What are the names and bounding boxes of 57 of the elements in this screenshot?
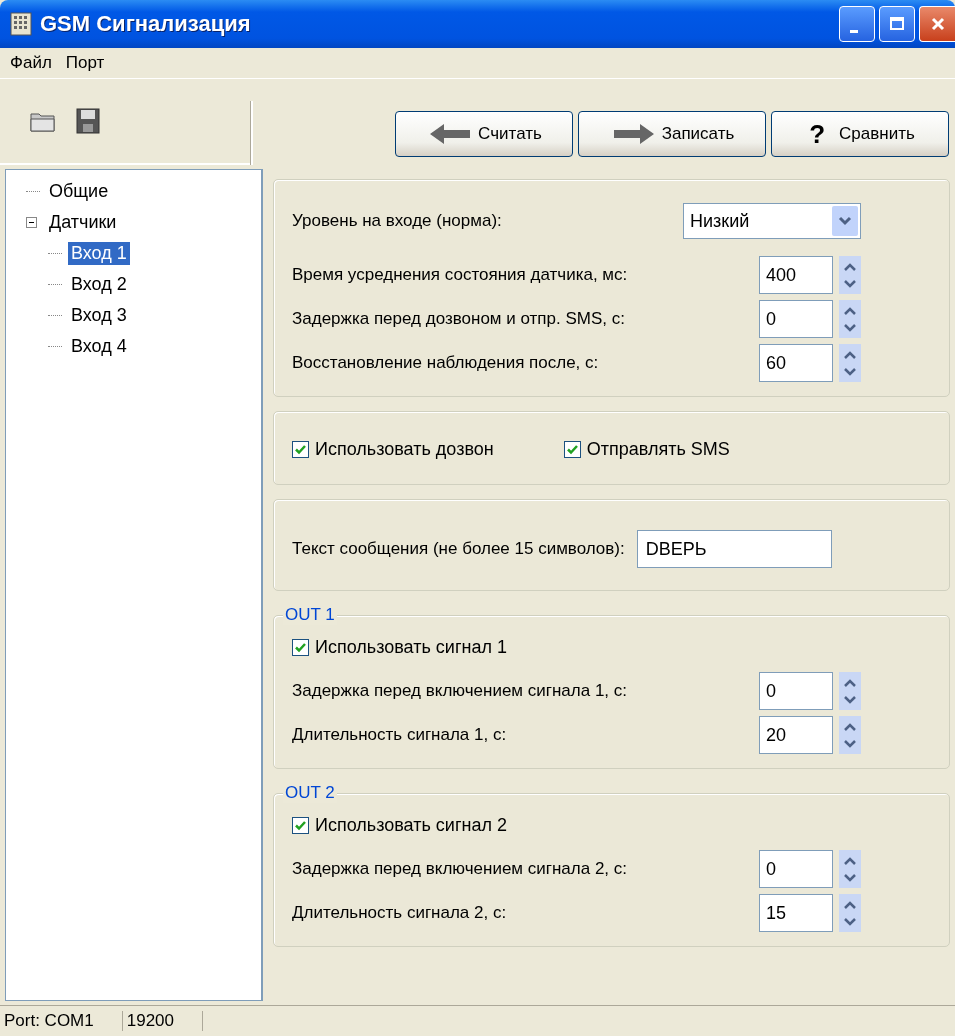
number-field[interactable]: 0 xyxy=(759,672,833,710)
window-title: GSM Сигнализация xyxy=(40,11,251,37)
question-icon: ? xyxy=(809,118,826,150)
close-icon xyxy=(929,16,946,32)
field-label: Текст сообщения (не более 15 символов): xyxy=(292,539,625,559)
menu-item[interactable]: Порт xyxy=(61,53,115,73)
minimize-button[interactable] xyxy=(839,6,875,42)
tree-item[interactable]: Вход 2 xyxy=(68,273,130,296)
field-label: Восстановление наблюдения после, с: xyxy=(292,353,599,373)
number-field[interactable]: 15 xyxy=(759,894,833,932)
tree-item[interactable]: Вход 3 xyxy=(68,304,130,327)
minimize-icon xyxy=(850,29,858,33)
tree-item[interactable]: Вход 4 xyxy=(68,335,130,358)
status-text: 19200 xyxy=(122,1011,204,1031)
dropdown[interactable]: Низкий xyxy=(683,203,861,239)
field-label: Уровень на входе (норма): xyxy=(292,211,502,231)
field-label: Задержка перед включением сигнала 2, с: xyxy=(292,859,628,879)
toolbar-button[interactable]: Считать xyxy=(395,111,573,157)
field-label: Длительность сигнала 2, с: xyxy=(292,903,507,923)
save-icon[interactable] xyxy=(76,108,100,134)
spin-arrows-icon[interactable] xyxy=(839,672,861,710)
menu-item[interactable]: Файл xyxy=(6,53,62,73)
field-label: Время усреднения состояния датчика, мс: xyxy=(292,265,628,285)
toolbar-button[interactable]: ? Сравнить xyxy=(771,111,949,157)
checkbox[interactable]: Отправлять SMS xyxy=(563,438,730,460)
spin-arrows-icon[interactable] xyxy=(839,894,861,932)
app-icon xyxy=(10,12,32,36)
number-field[interactable]: 400 xyxy=(759,256,833,294)
spin-arrows-icon[interactable] xyxy=(839,300,861,338)
tree-item[interactable]: Вход 1 xyxy=(68,242,130,265)
field-label: Длительность сигнала 1, с: xyxy=(292,725,507,745)
spin-arrows-icon[interactable] xyxy=(839,850,861,888)
number-field[interactable]: 0 xyxy=(759,300,833,338)
text-field[interactable]: DВЕРЬ xyxy=(636,530,832,568)
number-field[interactable]: 20 xyxy=(759,716,833,754)
number-field[interactable]: 0 xyxy=(759,850,833,888)
checkbox[interactable]: Использовать сигнал 1 xyxy=(292,636,507,658)
folder-icon[interactable] xyxy=(30,110,56,132)
toolbar-button[interactable]: Записать xyxy=(578,111,766,157)
status-text: Port: COM1 xyxy=(0,1011,123,1031)
spin-arrows-icon[interactable] xyxy=(839,716,861,754)
left-arrow-icon xyxy=(430,123,471,145)
spin-arrows-icon[interactable] xyxy=(839,256,861,294)
number-field[interactable]: 60 xyxy=(759,344,833,382)
chevron-down-icon xyxy=(832,206,858,236)
tree-item[interactable]: Датчики xyxy=(46,211,120,234)
maximize-icon xyxy=(889,16,905,32)
field-label: Задержка перед дозвоном и отпр. SMS, с: xyxy=(292,309,625,329)
checkbox[interactable]: Использовать сигнал 2 xyxy=(292,814,507,836)
right-arrow-icon xyxy=(613,123,654,145)
spin-arrows-icon[interactable] xyxy=(839,344,861,382)
close-button[interactable] xyxy=(919,6,955,42)
maximize-button[interactable] xyxy=(879,6,915,42)
field-label: Задержка перед включением сигнала 1, с: xyxy=(292,681,628,701)
checkbox[interactable]: Использовать дозвон xyxy=(292,438,494,460)
collapse-icon[interactable] xyxy=(26,217,37,228)
tree-item[interactable]: Общие xyxy=(46,180,112,203)
